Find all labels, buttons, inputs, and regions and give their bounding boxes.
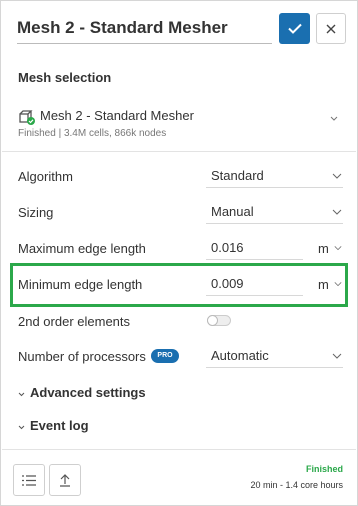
divider bbox=[2, 151, 356, 152]
mesh-meta: Finished | 3.4M cells, 866k nodes bbox=[18, 128, 167, 139]
chevron-down-icon bbox=[332, 173, 342, 179]
advanced-settings-toggle[interactable]: Advanced settings bbox=[18, 385, 146, 400]
upload-icon bbox=[60, 473, 70, 487]
chevron-down-icon bbox=[334, 246, 342, 251]
chevron-down-icon bbox=[18, 392, 25, 397]
chevron-down-icon bbox=[330, 116, 338, 121]
algorithm-label: Algorithm bbox=[18, 169, 73, 184]
list-icon bbox=[22, 474, 36, 486]
chevron-down-icon bbox=[334, 282, 342, 287]
close-icon bbox=[326, 24, 336, 33]
algorithm-select[interactable]: Standard bbox=[206, 164, 343, 188]
mesh-title-input[interactable]: Mesh 2 - Standard Mesher bbox=[17, 13, 272, 44]
pro-badge: PRO bbox=[151, 349, 179, 363]
close-button[interactable] bbox=[316, 13, 346, 44]
min-edge-length-input[interactable]: 0.009 bbox=[206, 272, 303, 296]
second-order-label: 2nd order elements bbox=[18, 314, 131, 329]
mesh-icon bbox=[19, 110, 35, 125]
export-button[interactable] bbox=[49, 464, 81, 496]
sizing-select[interactable]: Manual bbox=[206, 200, 343, 224]
chevron-down-icon bbox=[18, 425, 25, 430]
list-button[interactable] bbox=[13, 464, 45, 496]
max-edge-length-input[interactable]: 0.016 bbox=[206, 236, 303, 260]
processors-select[interactable]: Automatic bbox=[206, 344, 343, 368]
min-edge-length-value: 0.009 bbox=[211, 276, 244, 291]
confirm-button[interactable] bbox=[279, 13, 310, 44]
event-log-toggle[interactable]: Event log bbox=[18, 418, 89, 433]
event-log-label: Event log bbox=[30, 418, 89, 433]
min-edge-length-label: Minimum edge length bbox=[18, 277, 143, 292]
max-edge-length-value: 0.016 bbox=[211, 240, 244, 255]
timing-label: 20 min - 1.4 core hours bbox=[250, 480, 343, 490]
mesh-panel: Mesh 2 - Standard Mesher Mesh selection … bbox=[0, 0, 358, 506]
max-edge-unit-select[interactable]: m bbox=[318, 241, 329, 256]
sizing-label: Sizing bbox=[18, 205, 54, 220]
chevron-down-icon bbox=[332, 353, 342, 359]
processors-value: Automatic bbox=[211, 348, 269, 363]
second-order-toggle[interactable] bbox=[207, 315, 231, 326]
advanced-settings-label: Advanced settings bbox=[30, 385, 146, 400]
check-icon bbox=[287, 23, 302, 34]
algorithm-value: Standard bbox=[211, 168, 264, 183]
mesh-name: Mesh 2 - Standard Mesher bbox=[40, 108, 194, 123]
mesh-selection-heading: Mesh selection bbox=[18, 70, 112, 85]
min-edge-unit-select[interactable]: m bbox=[318, 277, 329, 292]
status-label: Finished bbox=[305, 464, 343, 474]
chevron-down-icon bbox=[332, 209, 342, 215]
sizing-value: Manual bbox=[211, 204, 254, 219]
processors-label: Number of processors bbox=[18, 349, 146, 364]
panel-footer: Finished 20 min - 1.4 core hours bbox=[1, 450, 357, 505]
max-edge-length-label: Maximum edge length bbox=[18, 241, 146, 256]
mesh-selection-dropdown[interactable]: Mesh 2 - Standard Mesher Finished | 3.4M… bbox=[18, 107, 338, 143]
